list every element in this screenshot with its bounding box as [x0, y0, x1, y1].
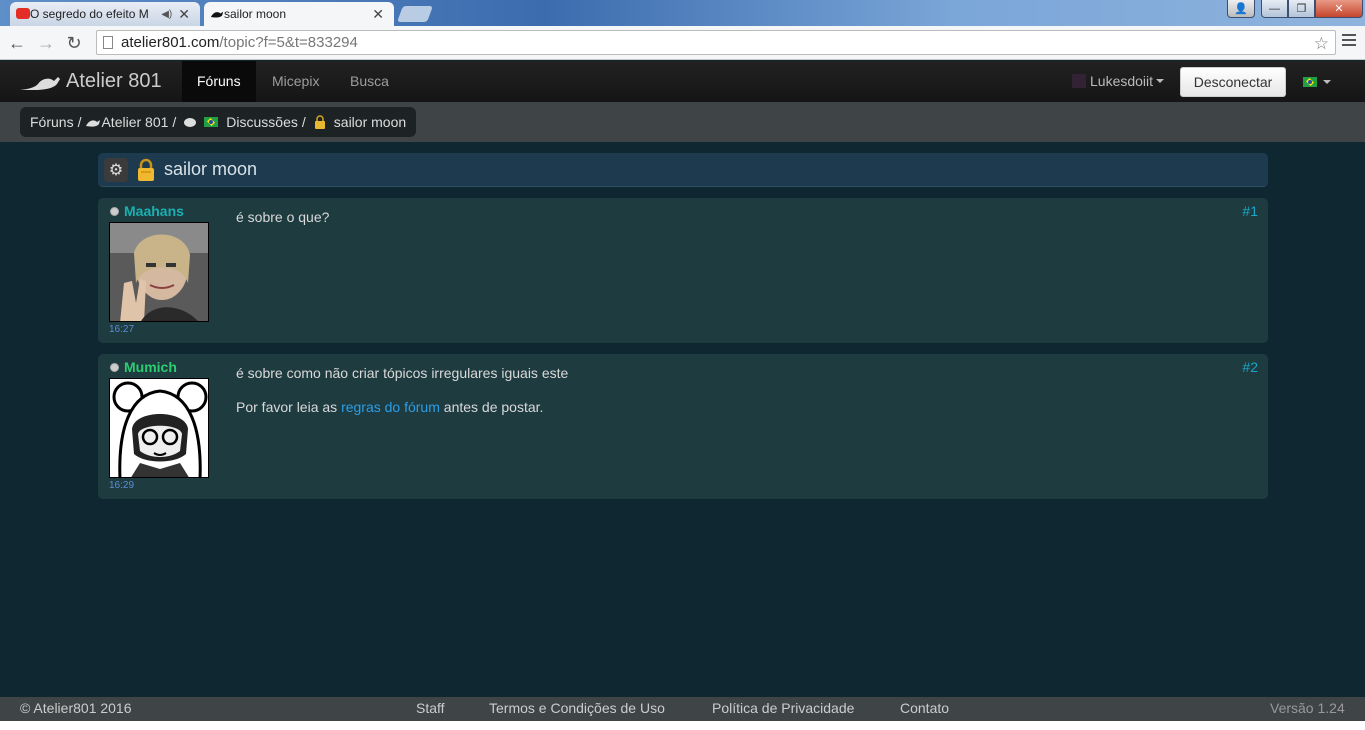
profile-icon[interactable]: 👤: [1227, 0, 1255, 18]
post-body: é sobre o que?: [236, 208, 329, 242]
avatar[interactable]: [109, 378, 209, 478]
nav-forums[interactable]: Fóruns: [182, 61, 256, 102]
back-arrow-icon[interactable]: ←: [7, 33, 27, 53]
forward-arrow-icon[interactable]: →: [36, 33, 56, 53]
gear-icon[interactable]: ⚙: [104, 157, 128, 182]
site-footer: © Atelier801 2016 Staff Termos e Condiçõ…: [0, 697, 1365, 721]
forum-rules-notice: Por favor leia as regras do fórum antes …: [236, 398, 568, 416]
caret-down-icon: [1156, 79, 1165, 83]
footer-link-privacy[interactable]: Política de Privacidade: [712, 700, 854, 716]
brand-name: Atelier 801: [66, 70, 162, 92]
lock-icon: [138, 158, 154, 181]
caret-down-icon: [1323, 80, 1331, 84]
username: Lukesdoiit: [1090, 73, 1154, 89]
status-dot-icon: [110, 362, 119, 372]
post-number[interactable]: #2: [1242, 359, 1258, 375]
author-name: Mumich: [124, 359, 177, 375]
breadcrumb-bar: Fóruns / Atelier 801 / Discussões / sail…: [0, 102, 1365, 142]
version-label: Versão 1.24: [1270, 700, 1345, 716]
breadcrumb-separator: /: [172, 114, 177, 130]
minimize-button[interactable]: —: [1261, 0, 1288, 18]
author-name: Maahans: [124, 203, 184, 219]
topic-title: sailor moon: [164, 159, 258, 179]
post-author[interactable]: Maahans: [110, 203, 184, 219]
footer-link-contact[interactable]: Contato: [900, 700, 949, 716]
avatar-drawing: [110, 379, 208, 477]
new-tab-button[interactable]: [397, 6, 433, 22]
browser-tab-sailor-moon[interactable]: sailor moon ✕: [204, 2, 394, 26]
avatar[interactable]: [109, 222, 209, 322]
close-window-button[interactable]: ✕: [1315, 0, 1363, 18]
chrome-menu-icon[interactable]: [1342, 34, 1356, 50]
breadcrumb-atelier[interactable]: Atelier 801: [101, 114, 168, 130]
breadcrumb: Fóruns / Atelier 801 / Discussões / sail…: [20, 107, 417, 137]
browser-toolbar: ← → ↻ atelier801.com/topic?f=5&t=833294 …: [0, 26, 1365, 60]
speaker-icon[interactable]: ◀): [161, 9, 172, 20]
status-dot-icon: [110, 206, 119, 216]
post-author[interactable]: Mumich: [110, 359, 177, 375]
page-icon: [103, 36, 113, 49]
topic-header: ⚙ sailor moon: [98, 153, 1268, 187]
browser-tabbar: O segredo do efeito M ◀) ✕ sailor moon ✕…: [0, 0, 1365, 26]
post-time: 16:29: [109, 480, 135, 491]
notice-after: antes de postar.: [443, 399, 544, 415]
post-time: 16:27: [109, 324, 135, 335]
post-text: é sobre o que?: [236, 209, 330, 225]
footer-link-staff[interactable]: Staff: [416, 700, 445, 716]
post: Mumich 16:29 #2 é sobre como não criar t…: [98, 354, 1268, 499]
post-number[interactable]: #1: [1242, 203, 1258, 219]
mouse-logo-icon: [20, 76, 60, 90]
speech-bubble-icon: [184, 117, 197, 127]
url-path: /topic?f=5&t=833294: [219, 34, 358, 51]
brazil-flag-icon: [204, 117, 219, 127]
maximize-button[interactable]: ❐: [1288, 0, 1315, 18]
nav-micepix[interactable]: Micepix: [257, 61, 334, 102]
post-text: é sobre como não criar tópicos irregular…: [236, 365, 569, 381]
lock-icon: [314, 115, 325, 129]
breadcrumb-separator: /: [301, 114, 306, 130]
user-avatar: [1072, 74, 1086, 88]
address-bar[interactable]: atelier801.com/topic?f=5&t=833294 ☆: [96, 30, 1336, 55]
logout-button[interactable]: Desconectar: [1180, 67, 1286, 97]
notice-before: Por favor leia as: [236, 399, 338, 415]
url-domain: atelier801.com: [121, 34, 220, 51]
site-navbar: Atelier 801 Fóruns Micepix Busca Lukesdo…: [0, 61, 1365, 102]
post: Maahans 16:27 #1 é sobre o que?: [98, 198, 1268, 343]
bookmark-star-icon[interactable]: ☆: [1314, 32, 1329, 55]
close-tab-icon[interactable]: ✕: [372, 6, 384, 23]
brand-link[interactable]: Atelier 801: [20, 70, 162, 93]
breadcrumb-forums[interactable]: Fóruns: [30, 114, 74, 130]
copyright: © Atelier801 2016: [20, 700, 132, 716]
avatar-photo: [110, 223, 208, 321]
language-menu[interactable]: [1303, 77, 1331, 87]
forum-rules-link[interactable]: regras do fórum: [341, 399, 440, 415]
tab-title: sailor moon: [224, 7, 287, 21]
window-bottom-edge: [0, 721, 1365, 730]
post-body: é sobre como não criar tópicos irregular…: [236, 364, 568, 432]
tab-title: O segredo do efeito M: [30, 7, 149, 21]
breadcrumb-discussions[interactable]: Discussões: [226, 114, 298, 130]
user-menu[interactable]: Lukesdoiit: [1072, 73, 1165, 89]
close-tab-icon[interactable]: ✕: [178, 6, 190, 23]
breadcrumb-separator: /: [77, 114, 82, 130]
breadcrumb-topic[interactable]: sailor moon: [334, 114, 406, 130]
mouse-logo-icon: [86, 120, 101, 127]
nav-search[interactable]: Busca: [335, 61, 404, 102]
topic-content: ⚙ sailor moon Maahans 16:27 #1 é sobre o…: [98, 153, 1268, 499]
footer-link-terms[interactable]: Termos e Condições de Uso: [489, 700, 665, 716]
browser-tab-youtube[interactable]: O segredo do efeito M ◀) ✕: [10, 2, 200, 26]
brazil-flag-icon: [1303, 77, 1317, 87]
reload-icon[interactable]: ↻: [64, 33, 84, 53]
youtube-icon: [16, 8, 30, 19]
mouse-logo-icon: [210, 11, 224, 18]
